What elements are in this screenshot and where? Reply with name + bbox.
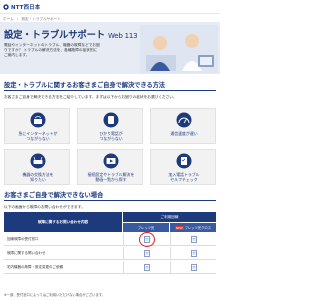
hero-banner: 設定・トラブルサポート Web 113 電話やインターネットのトラブル、機器の故障… — [0, 22, 220, 74]
card-label: 急にインターネットが つながらない — [18, 131, 58, 141]
card-hikari-phone[interactable]: ひかり電話が つながらない — [77, 108, 143, 144]
breadcrumb-separator: › — [16, 17, 19, 21]
card-self-check[interactable]: 加入電話トラブル セルフチェック — [150, 149, 216, 185]
breadcrumb-home[interactable]: ホーム — [3, 17, 14, 21]
wifi-laptop-icon — [30, 112, 46, 128]
document-link-icon[interactable] — [144, 250, 150, 257]
section-divider — [4, 90, 216, 91]
site-header: NTT西日本 — [0, 0, 220, 14]
page-title: 設定・トラブルサポート Web 113 — [4, 30, 138, 41]
table-header-flets-cross: NEW フレッツ光クロス — [170, 223, 216, 232]
row-label: 回線故障の受付窓口 — [7, 237, 39, 241]
row-label: 宅内機器の故障・設定変更のご依頼 — [7, 265, 63, 269]
table-header-line: ご利用回線 — [123, 212, 216, 222]
table-header-flets-hikari: フレッツ光 — [123, 223, 169, 232]
logo-text: NTT西日本 — [11, 5, 41, 11]
card-internet-down[interactable]: 急にインターネットが つながらない — [4, 108, 70, 144]
cell-flets-hikari — [123, 261, 169, 274]
card-device-exchange[interactable]: 機器の交換方法を 知りたい — [4, 149, 70, 185]
video-icon — [103, 153, 119, 169]
document-link-icon[interactable] — [191, 264, 197, 271]
section-title-self-solve: 設定・トラブルに関するお客さまご自身で解決できる方法 — [4, 82, 165, 89]
card-label: 接続設定やトラブル解決を 動画一覧から探す — [87, 172, 135, 182]
cell-flets-cross — [170, 247, 216, 260]
footnote: ※一部、受付窓口によってはご利用いただけない場合がございます。 — [4, 293, 106, 297]
document-link-icon[interactable] — [144, 264, 150, 271]
hero-description: 電話やインターネットのトラブル、機器の故障などでお困りですか？ トラブルの解決方… — [4, 43, 100, 58]
table-row: 故障に関する問い合わせ — [4, 247, 216, 260]
table-row: 宅内機器の故障・設定変更のご依頼 — [4, 261, 216, 274]
card-slow-speed[interactable]: 通信速度が遅い — [150, 108, 216, 144]
section-divider — [4, 200, 216, 201]
section-intro: 以下の画面から故障のお問い合わせができます。 — [4, 205, 85, 209]
checklist-icon — [176, 153, 192, 169]
cell-flets-cross — [170, 261, 216, 274]
card-video-list[interactable]: 接続設定やトラブル解決を 動画一覧から探す — [77, 149, 143, 185]
card-label: ひかり電話が つながらない — [99, 131, 123, 141]
speed-icon — [176, 112, 192, 128]
new-badge: NEW — [175, 225, 184, 230]
section-title-cannot-solve: お客さまご自身で解決できない場合 — [4, 192, 104, 199]
document-link-icon[interactable] — [191, 236, 197, 243]
page-title-version: Web 113 — [107, 32, 138, 40]
row-label: 故障に関する問い合わせ — [7, 251, 46, 255]
ntt-logo-icon — [3, 4, 9, 10]
table-row: 回線故障の受付窓口 — [4, 232, 216, 247]
ntt-west-logo[interactable]: NTT西日本 — [3, 3, 40, 11]
router-icon — [30, 153, 46, 169]
cell-flets-cross — [170, 233, 216, 246]
card-label: 機器の交換方法を 知りたい — [22, 172, 54, 182]
section-intro: お客さまご自身で解決できる方法をご紹介しています。まずは以下からお困りの症状をお… — [4, 95, 177, 99]
phone-icon — [103, 112, 119, 128]
cell-flets-hikari — [123, 247, 169, 260]
card-label: 加入電話トラブル セルフチェック — [168, 172, 200, 182]
card-label: 通信速度が遅い — [170, 131, 198, 136]
breadcrumb-current: 設定・トラブルサポート — [21, 17, 61, 21]
cell-flets-hikari — [123, 232, 169, 247]
highlight-circle — [139, 232, 155, 247]
document-link-icon[interactable] — [191, 250, 197, 257]
table-header-inquiry: 故障に関するお問い合わせ内容 — [4, 212, 122, 232]
support-staff-illustration — [140, 25, 218, 73]
